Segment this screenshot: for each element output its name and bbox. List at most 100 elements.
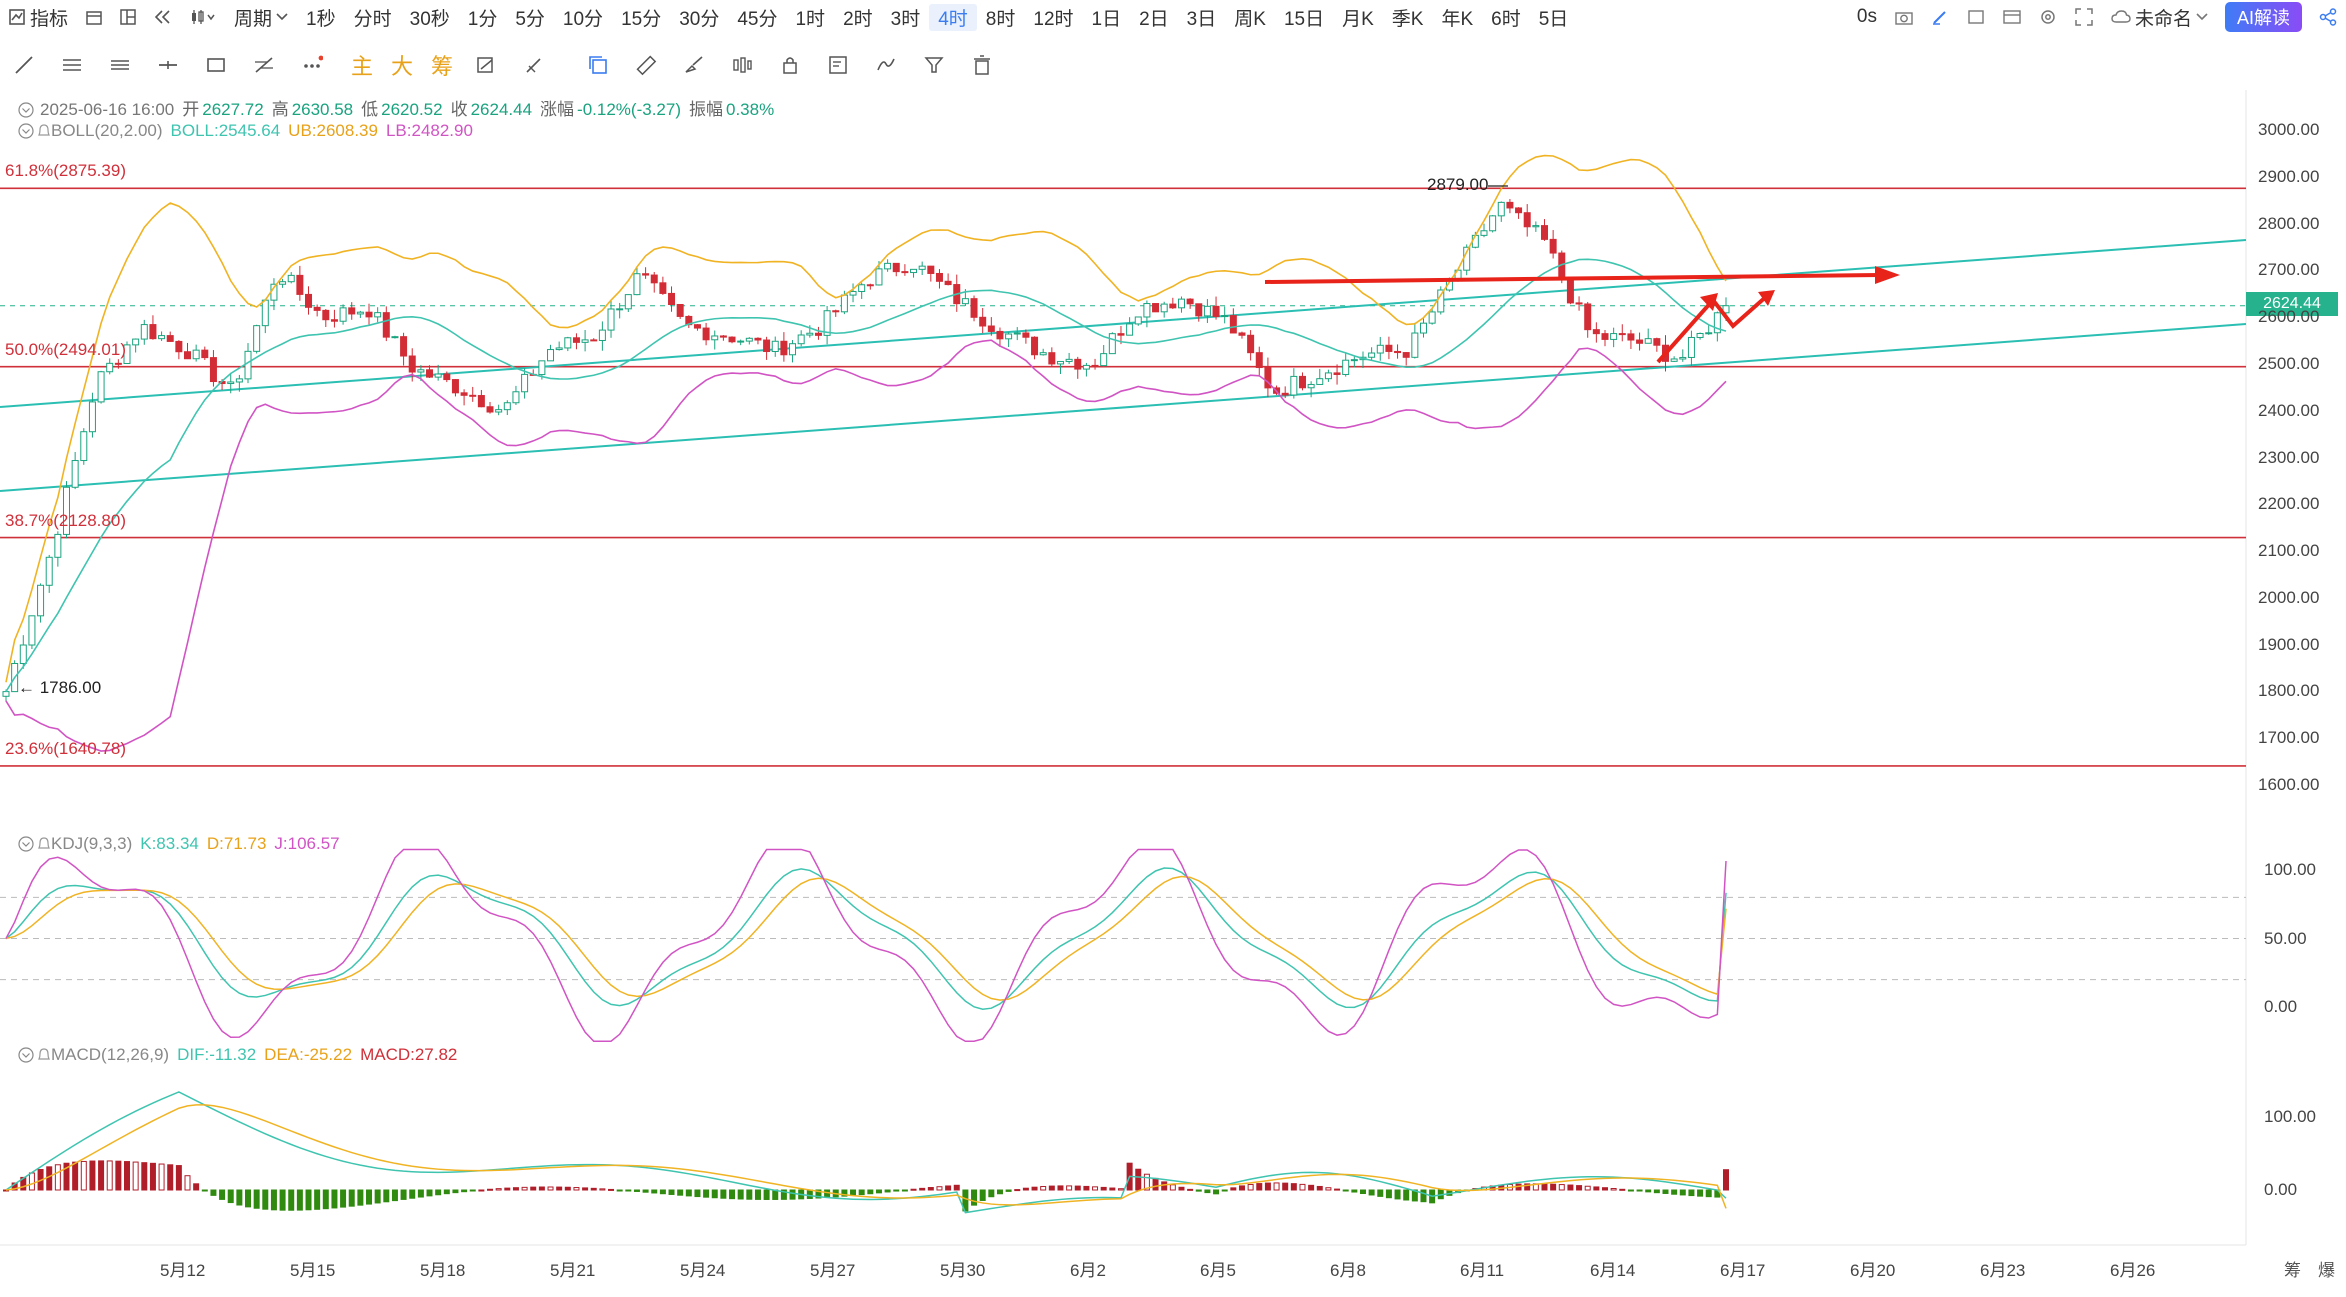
horizontal-lines-tool-icon[interactable] xyxy=(104,49,136,81)
ruler-tool-icon[interactable] xyxy=(630,49,662,81)
bell-icon[interactable] xyxy=(37,123,51,139)
share-icon[interactable] xyxy=(2310,0,2346,34)
macd-bar xyxy=(262,1189,269,1210)
macd-bar xyxy=(366,1189,373,1205)
collapse-icon[interactable] xyxy=(18,1047,34,1063)
timeframe-6[interactable]: 15分 xyxy=(612,4,670,31)
parallel-lines-tool-icon[interactable] xyxy=(56,49,88,81)
indicators-button[interactable]: 指标 xyxy=(0,0,77,34)
candle xyxy=(1108,333,1116,355)
candlestick-chart[interactable] xyxy=(0,0,2346,1297)
more-tools-icon[interactable] xyxy=(296,49,328,81)
macd-bar xyxy=(893,1189,900,1192)
candle xyxy=(1480,230,1488,236)
filter-icon[interactable] xyxy=(918,49,950,81)
timeframe-1[interactable]: 分时 xyxy=(345,4,401,31)
candle xyxy=(209,357,217,383)
timeframe-11[interactable]: 3时 xyxy=(882,4,930,31)
candle xyxy=(140,324,148,340)
collapse-icon[interactable] xyxy=(18,836,34,852)
timeframe-0[interactable]: 1秒 xyxy=(297,4,345,31)
panel-icon[interactable] xyxy=(1994,0,2030,34)
indicator-tag-1[interactable]: 大 xyxy=(391,49,413,81)
timeframe-13[interactable]: 8时 xyxy=(977,4,1025,31)
timeframe-5[interactable]: 10分 xyxy=(554,4,612,31)
macd-bar xyxy=(1403,1189,1410,1201)
indicator-tag-0[interactable]: 主 xyxy=(351,49,373,81)
macd-bar xyxy=(279,1189,286,1211)
horizontal-ray-tool-icon[interactable] xyxy=(152,49,184,81)
collapse-icon[interactable] xyxy=(18,102,34,118)
bell-icon[interactable] xyxy=(37,1047,51,1063)
magnet-tool-icon[interactable] xyxy=(470,49,502,81)
high-value: 2630.58 xyxy=(291,100,354,119)
timeframe-18[interactable]: 周K xyxy=(1225,4,1275,31)
copy-tool-icon[interactable] xyxy=(582,49,614,81)
cloud-layout-dropdown[interactable]: 未命名 xyxy=(2102,0,2217,34)
candle xyxy=(1316,378,1324,385)
price-tick-11: 1900.00 xyxy=(2258,634,2320,654)
timeframe-3[interactable]: 1分 xyxy=(459,4,507,31)
trash-icon[interactable] xyxy=(966,49,998,81)
ai-analysis-button[interactable]: AI解读 xyxy=(2224,2,2302,32)
note-tool-icon[interactable] xyxy=(822,49,854,81)
timeframe-22[interactable]: 年K xyxy=(1432,4,1482,31)
macd-bar xyxy=(521,1186,528,1191)
timeframe-23[interactable]: 6时 xyxy=(1482,4,1530,31)
candle xyxy=(201,349,209,359)
candle xyxy=(80,431,88,462)
indicator-tag-2[interactable]: 筹 xyxy=(431,49,453,81)
period-dropdown[interactable]: 周期 xyxy=(225,0,297,34)
edit-icon[interactable] xyxy=(1922,0,1958,34)
ohlc-legend: 2025-06-16 16:00 开 2627.72 高 2630.58 低 2620.52… xyxy=(18,95,782,120)
timeframe-7[interactable]: 30分 xyxy=(670,4,728,31)
bell-icon[interactable] xyxy=(37,836,51,852)
macd-bar xyxy=(1601,1187,1608,1191)
macd-bar xyxy=(219,1189,226,1200)
settings-icon[interactable] xyxy=(2030,0,2066,34)
macd-bar xyxy=(357,1189,364,1206)
camera-icon[interactable] xyxy=(1886,0,1922,34)
timeframe-15[interactable]: 1日 xyxy=(1083,4,1131,31)
fullscreen-icon[interactable] xyxy=(2066,0,2102,34)
close-label: 收 xyxy=(450,100,468,119)
candle xyxy=(892,262,900,273)
rectangle-tool-icon[interactable] xyxy=(200,49,232,81)
macd-bar xyxy=(478,1189,485,1192)
candle xyxy=(1031,336,1039,356)
replay-icon[interactable] xyxy=(145,0,181,34)
timeframe-14[interactable]: 12时 xyxy=(1024,4,1082,31)
window-icon[interactable] xyxy=(1958,0,1994,34)
timeframe-20[interactable]: 月K xyxy=(1333,4,1383,31)
candle xyxy=(572,337,580,343)
fibonacci-tool-icon[interactable] xyxy=(248,49,280,81)
macd-bar xyxy=(945,1185,952,1191)
layout-icon[interactable] xyxy=(111,0,145,34)
macd-bar xyxy=(1619,1188,1626,1191)
timeframe-4[interactable]: 5分 xyxy=(506,4,554,31)
macd-bar xyxy=(1498,1184,1505,1191)
macd-bar xyxy=(884,1189,891,1193)
pen-tool-icon[interactable] xyxy=(518,49,550,81)
macd-bar xyxy=(564,1186,571,1191)
timeframe-10[interactable]: 2时 xyxy=(834,4,882,31)
brush-tool-icon[interactable] xyxy=(678,49,710,81)
timeframe-2[interactable]: 30秒 xyxy=(401,4,459,31)
timeframe-21[interactable]: 季K xyxy=(1383,4,1433,31)
timeframe-16[interactable]: 2日 xyxy=(1130,4,1178,31)
timeframe-9[interactable]: 1时 xyxy=(786,4,834,31)
timeframe-17[interactable]: 3日 xyxy=(1178,4,1226,31)
calendar-icon[interactable] xyxy=(77,0,111,34)
timeframe-12[interactable]: 4时 xyxy=(929,3,977,31)
timeframe-8[interactable]: 45分 xyxy=(728,4,786,31)
candle-type-button[interactable] xyxy=(181,0,225,34)
collapse-icon[interactable] xyxy=(18,123,34,139)
lock-tool-icon[interactable] xyxy=(774,49,806,81)
timeframe-24[interactable]: 5日 xyxy=(1530,4,1578,31)
trendline-tool-icon[interactable] xyxy=(8,49,40,81)
candles-compare-tool-icon[interactable] xyxy=(726,49,758,81)
macd-bar xyxy=(1117,1188,1124,1191)
timeframe-19[interactable]: 15日 xyxy=(1275,4,1333,31)
price-tick-0: 3000.00 xyxy=(2258,120,2320,139)
signature-tool-icon[interactable] xyxy=(870,49,902,81)
